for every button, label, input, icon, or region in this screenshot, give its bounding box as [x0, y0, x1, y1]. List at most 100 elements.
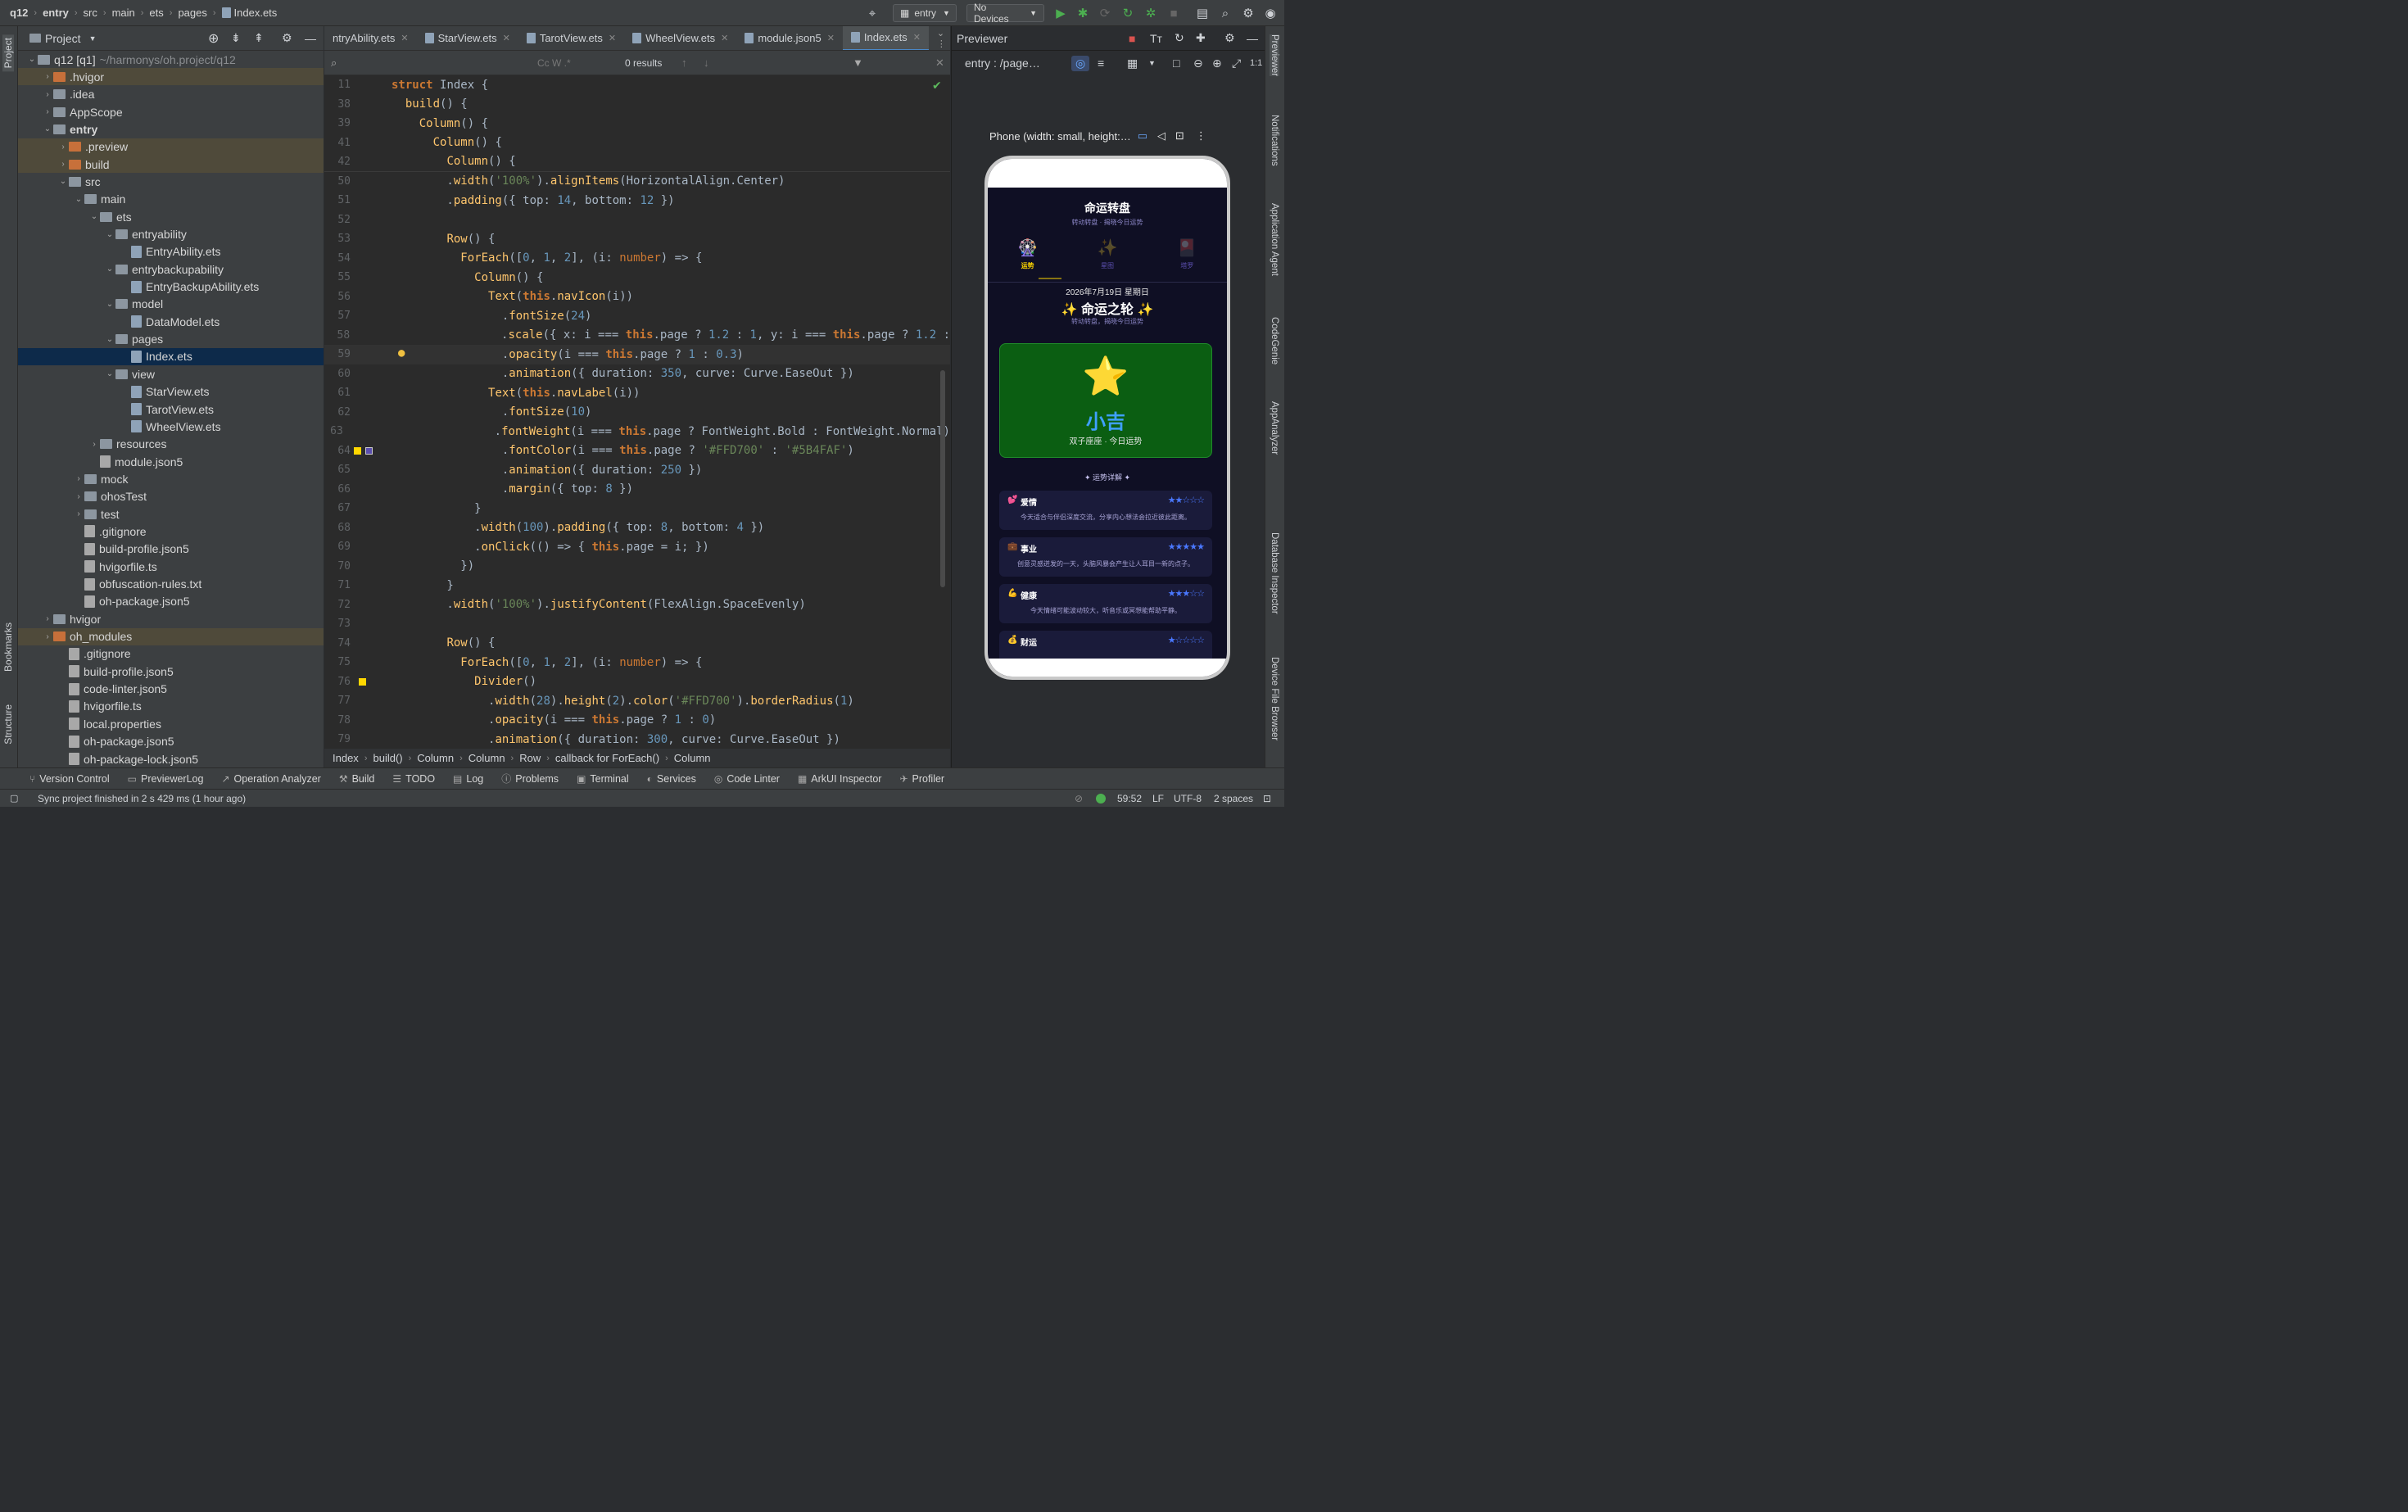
line-number[interactable]: 78	[324, 714, 351, 727]
phone-nav-item[interactable]: 🎡 运势	[1003, 238, 1052, 270]
tree-item[interactable]: › .idea	[18, 86, 324, 103]
chevron-right-icon[interactable]: ›	[88, 440, 100, 449]
tree-item[interactable]: build-profile.json5	[18, 663, 324, 680]
line-number[interactable]: 79	[324, 733, 351, 745]
tree-item[interactable]: local.properties	[18, 715, 324, 732]
tree-item[interactable]: ⌄ entry	[18, 120, 324, 138]
line-number[interactable]: 62	[324, 406, 351, 419]
refresh-icon[interactable]: ↻	[1175, 31, 1184, 45]
line-number[interactable]: 52	[324, 214, 351, 226]
line-number[interactable]: 74	[324, 637, 351, 650]
profile-icon[interactable]: ✲	[1143, 5, 1159, 21]
line-number[interactable]: 56	[324, 291, 351, 303]
minimize-icon[interactable]: —	[1247, 32, 1258, 45]
chevron-down-icon[interactable]: ⌄	[26, 55, 38, 64]
close-icon[interactable]: ✕	[827, 33, 835, 43]
close-icon[interactable]: ✕	[503, 33, 510, 43]
editor-tab[interactable]: ntryAbility.ets ✕	[324, 26, 417, 50]
line-number[interactable]: 63	[324, 425, 343, 437]
stop-icon[interactable]: ■	[1166, 5, 1182, 21]
line-number[interactable]: 71	[324, 579, 351, 591]
line-number[interactable]: 53	[324, 233, 351, 245]
chevron-down-icon[interactable]: ⌄	[104, 300, 115, 309]
result-card[interactable]: ⭐ 小吉 双子座座 · 今日运势	[999, 343, 1212, 458]
code-breadcrumb-item[interactable]: callback for ForEach()	[555, 752, 659, 764]
line-number[interactable]: 51	[324, 194, 351, 206]
tree-item[interactable]: ⌄ entrybackupability	[18, 260, 324, 278]
tree-item[interactable]: build-profile.json5	[18, 541, 324, 558]
line-number[interactable]: 54	[324, 252, 351, 265]
account-icon[interactable]: ◉	[1262, 5, 1279, 21]
back-icon[interactable]: ◁	[1157, 129, 1166, 143]
font-size-icon[interactable]: Tт	[1150, 32, 1162, 45]
rotate-icon[interactable]: ⊡	[1175, 129, 1184, 143]
search-icon[interactable]: ⌕	[331, 57, 337, 70]
chevron-right-icon[interactable]: ›	[42, 632, 53, 641]
status-message[interactable]: Sync project finished in 2 s 429 ms (1 h…	[38, 793, 246, 804]
codegenie-tool-tab[interactable]: CodeGenie	[1270, 317, 1279, 364]
run-icon[interactable]: ▶	[1052, 5, 1069, 21]
close-icon[interactable]: ✕	[913, 32, 921, 43]
line-number[interactable]: 69	[324, 541, 351, 553]
indent-setting[interactable]: 2 spaces	[1214, 793, 1253, 804]
tree-item[interactable]: › ohosTest	[18, 488, 324, 505]
tree-item[interactable]: ⌄ entryability	[18, 226, 324, 243]
previewer-entry[interactable]: entry : /page…	[965, 57, 1040, 70]
zoom-in-icon[interactable]: ⊕	[1212, 57, 1222, 70]
inspection-icon[interactable]: ⊘	[1075, 793, 1083, 804]
tree-item[interactable]: module.json5	[18, 453, 324, 470]
prev-occurrence-icon[interactable]: ↑	[681, 57, 687, 69]
code-breadcrumb-item[interactable]: Column	[468, 752, 505, 764]
phone-nav-item[interactable]: 🎴 塔罗	[1162, 238, 1211, 270]
bottom-tool-services[interactable]: ◐ Services	[647, 773, 696, 785]
line-number[interactable]: 68	[324, 522, 351, 534]
line-number[interactable]: 64	[324, 445, 351, 457]
tree-item[interactable]: › hvigor	[18, 610, 324, 627]
line-number[interactable]: 76	[324, 676, 351, 688]
close-icon[interactable]: ✕	[609, 33, 616, 43]
editor-scrollbar[interactable]	[940, 370, 945, 587]
line-number[interactable]: 67	[324, 502, 351, 514]
tree-item[interactable]: › AppScope	[18, 103, 324, 120]
close-icon[interactable]: ✕	[401, 33, 408, 43]
tree-item[interactable]: ⌄ main	[18, 191, 324, 208]
layout-icon[interactable]: ▢	[10, 793, 18, 804]
tree-item[interactable]: DataModel.ets	[18, 313, 324, 330]
breadcrumb-item[interactable]: main	[112, 7, 135, 19]
bottom-tool-log[interactable]: ▤ Log	[453, 773, 483, 785]
cursor-position[interactable]: 59:52	[1117, 793, 1142, 804]
lightbulb-icon[interactable]: ●	[398, 346, 405, 360]
line-number[interactable]: 57	[324, 310, 351, 322]
target-icon[interactable]: ⌖	[864, 5, 880, 21]
tree-item[interactable]: ⌄ ets	[18, 208, 324, 225]
debug-icon[interactable]: ✱	[1075, 5, 1091, 21]
color-swatch-icon[interactable]	[359, 677, 366, 686]
database-inspector-tool-tab[interactable]: Database Inspector	[1270, 532, 1279, 614]
line-number[interactable]: 77	[324, 695, 351, 707]
tree-item[interactable]: ⌄ view	[18, 365, 324, 383]
device-dropdown[interactable]: No Devices ▼	[966, 2, 1044, 25]
bottom-tool-arkui-inspector[interactable]: ▦ ArkUI Inspector	[798, 773, 881, 785]
next-occurrence-icon[interactable]: ↓	[704, 57, 709, 69]
file-encoding[interactable]: UTF-8	[1174, 793, 1202, 804]
chevron-down-icon[interactable]: ⌄	[104, 230, 115, 239]
editor-tab[interactable]: StarView.ets ✕	[417, 26, 518, 50]
chevron-down-icon[interactable]: ▼	[1148, 59, 1156, 67]
fortune-card[interactable]: 💪 健康 ★★★☆☆ 今天情绪可能波动较大，听音乐或冥想能帮助平静。	[999, 584, 1212, 623]
more-icon[interactable]: ⋮	[1196, 129, 1206, 143]
code-breadcrumb-item[interactable]: Column	[674, 752, 711, 764]
line-number[interactable]: 42	[324, 156, 351, 168]
chevron-down-icon[interactable]: ▼	[89, 34, 97, 43]
tree-item[interactable]: TarotView.ets	[18, 401, 324, 418]
breadcrumb-item[interactable]: src	[84, 7, 97, 19]
bottom-tool-version-control[interactable]: ⑂ Version Control	[29, 773, 110, 785]
tree-item[interactable]: code-linter.json5	[18, 681, 324, 698]
tree-item[interactable]: ⌄ src	[18, 173, 324, 190]
line-number[interactable]: 59	[324, 348, 351, 360]
application-agent-tool-tab[interactable]: Application Agent	[1270, 203, 1279, 276]
fortune-card[interactable]: 💼 事业 ★★★★★ 创意灵感迸发的一天，头脑风暴会产生让人耳目一新的点子。	[999, 537, 1212, 577]
project-structure-icon[interactable]: ▤	[1194, 5, 1211, 21]
code-area[interactable]: 11 struct Index {38 build() {39 Column() …	[324, 75, 950, 755]
line-number[interactable]: 11	[324, 79, 351, 91]
inspector-icon[interactable]: ✚	[1196, 31, 1206, 45]
